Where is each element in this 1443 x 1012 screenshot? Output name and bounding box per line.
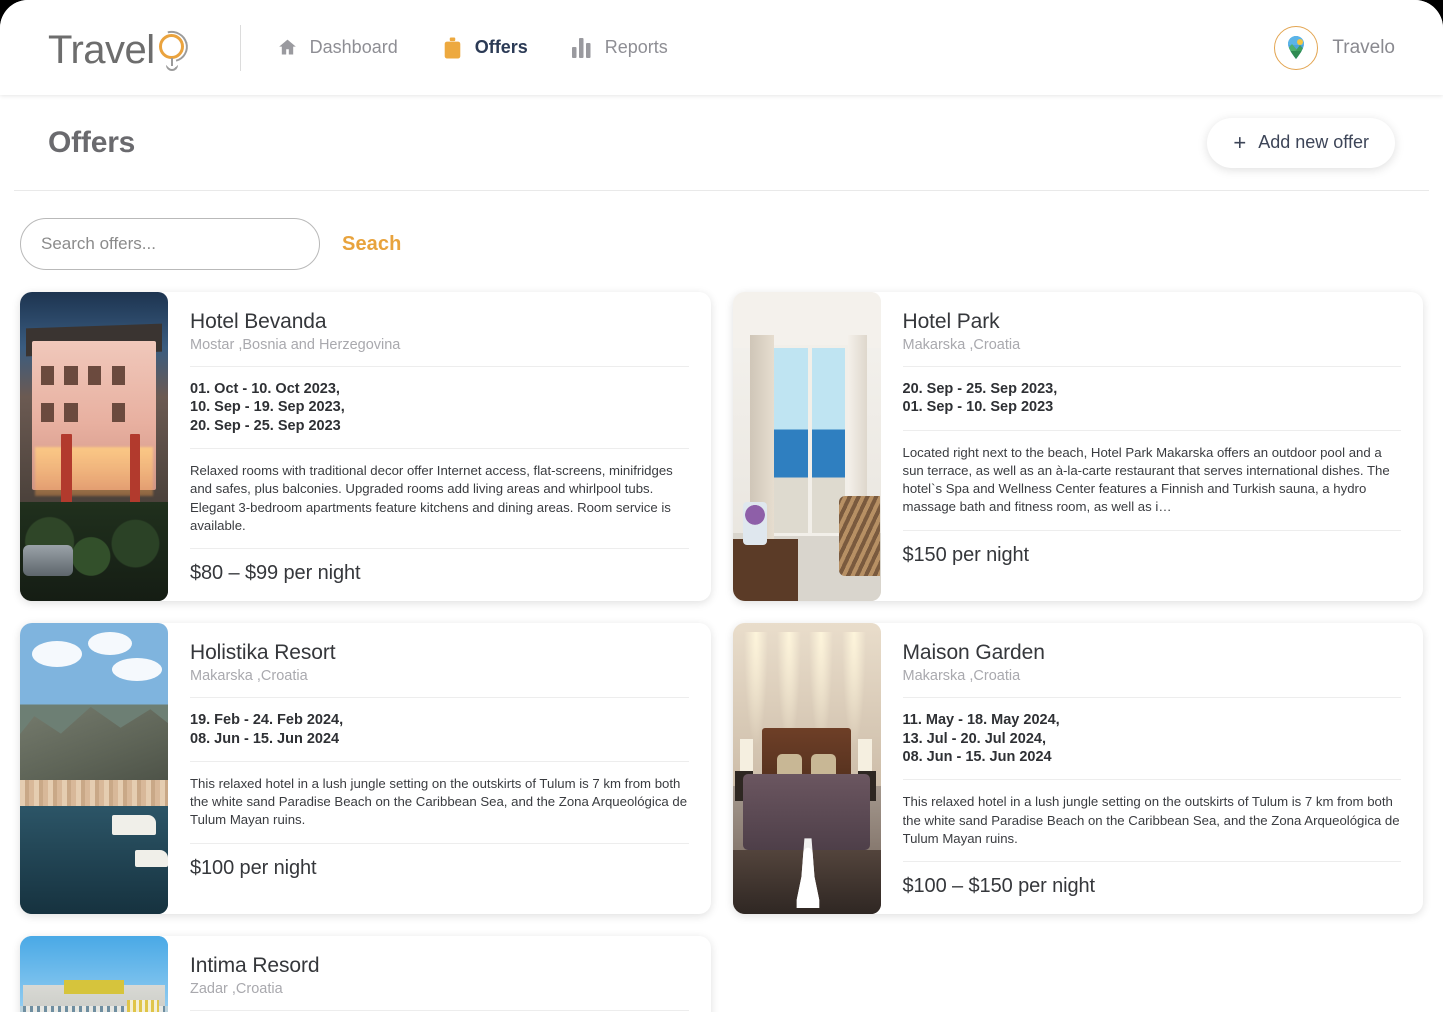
offer-card-body: Holistika Resort Makarska ,Croatia 19. F…	[168, 623, 711, 914]
offer-card[interactable]: Maison Garden Makarska ,Croatia 11. May …	[732, 623, 1424, 914]
offer-card-body: Hotel Park Makarska ,Croatia 20. Sep - 2…	[881, 292, 1424, 601]
offer-description: This relaxed hotel in a lush jungle sett…	[190, 775, 688, 828]
nav-item-offers-label: Offers	[474, 37, 528, 57]
offer-divider	[190, 842, 689, 844]
nav-item-dashboard[interactable]: Dashboard	[277, 36, 398, 60]
offer-divider	[902, 697, 1401, 699]
offers-grid: Hotel Bevanda Mostar ,Bosnia and Herzego…	[0, 292, 1443, 1012]
offer-divider	[902, 529, 1401, 531]
add-new-offer-button[interactable]: + Add new offer	[1207, 117, 1395, 168]
offer-name: Hotel Park	[902, 310, 1000, 333]
user-menu[interactable]: Travelo	[1274, 25, 1395, 70]
offer-description: This relaxed hotel in a lush jungle sett…	[902, 794, 1400, 846]
nav-item-reports-label: Reports	[604, 37, 668, 57]
offer-location: Mostar ,Bosnia and Herzegovina	[190, 337, 401, 353]
avatar	[1274, 25, 1319, 70]
offer-dates: 11. May - 18. May 2024, 13. Jul - 20. Ju…	[902, 712, 1060, 765]
offer-divider	[190, 697, 689, 699]
search-input[interactable]	[20, 218, 320, 270]
plus-icon: +	[1233, 129, 1247, 155]
brand-logo[interactable]: Travel	[48, 23, 194, 73]
top-navigation-bar: Travel Dashboard Offers Reports Travelo	[0, 0, 1443, 95]
offer-divider	[902, 366, 1401, 367]
offer-dates: 01. Oct - 10. Oct 2023, 10. Sep - 19. Se…	[190, 381, 345, 434]
add-new-offer-label: Add new offer	[1258, 132, 1369, 152]
page-header: Offers + Add new offer	[0, 95, 1443, 190]
app-window: Travel Dashboard Offers Reports Travelo …	[0, 0, 1443, 1012]
offer-divider	[190, 1009, 689, 1011]
nav-item-reports[interactable]: Reports	[571, 36, 668, 60]
search-button[interactable]: Seach	[342, 233, 401, 256]
offer-location: Makarska ,Croatia	[190, 668, 308, 685]
brand-logo-text: Travel	[48, 27, 155, 72]
offer-photo-intima-resord	[20, 935, 168, 1012]
offer-divider	[902, 779, 1401, 781]
offer-divider	[902, 860, 1401, 862]
offer-location: Makarska ,Croatia	[902, 337, 1021, 353]
suitcase-icon	[442, 36, 464, 60]
offer-card[interactable]: Intima Resord Zadar ,Croatia 16. Aug - 2…	[20, 935, 711, 1012]
offer-card[interactable]: Holistika Resort Makarska ,Croatia 19. F…	[20, 623, 711, 914]
offer-name: Maison Garden	[902, 641, 1045, 665]
offer-name: Intima Resord	[190, 953, 320, 977]
offer-price: $100 per night	[190, 856, 317, 879]
offer-card-body: Hotel Bevanda Mostar ,Bosnia and Herzego…	[168, 292, 711, 601]
offer-divider	[190, 760, 689, 762]
offer-price: $150 per night	[902, 543, 1030, 566]
offer-dates: 19. Feb - 24. Feb 2024, 08. Jun - 15. Ju…	[190, 712, 344, 747]
home-icon	[277, 36, 299, 60]
nav-item-offers[interactable]: Offers	[442, 36, 528, 60]
nav-divider	[239, 24, 241, 71]
offer-card[interactable]: Hotel Bevanda Mostar ,Bosnia and Herzego…	[20, 292, 711, 602]
user-name: Travelo	[1332, 36, 1395, 58]
offer-price: $80 – $99 per night	[190, 562, 361, 585]
offer-location: Zadar ,Croatia	[190, 980, 283, 997]
offer-description: Located right next to the beach, Hotel P…	[902, 444, 1390, 515]
offer-price: $100 – $150 per night	[902, 874, 1096, 897]
offer-divider	[190, 366, 689, 367]
bar-chart-icon	[571, 36, 594, 60]
globe-o-icon	[150, 23, 194, 71]
offer-photo-hotel-bevanda	[20, 292, 168, 602]
offer-name: Hotel Bevanda	[190, 310, 327, 333]
offer-dates: 20. Sep - 25. Sep 2023, 01. Sep - 10. Se…	[902, 381, 1058, 416]
offer-description: Relaxed rooms with traditional decor off…	[190, 463, 673, 533]
offer-photo-maison-garden	[732, 623, 881, 914]
nav-items: Dashboard Offers Reports	[277, 36, 668, 60]
offer-card-body: Maison Garden Makarska ,Croatia 11. May …	[881, 623, 1424, 914]
offer-name: Holistika Resort	[190, 641, 336, 665]
search-row: Seach	[0, 191, 1443, 292]
offer-location: Makarska ,Croatia	[902, 668, 1021, 685]
offer-card[interactable]: Hotel Park Makarska ,Croatia 20. Sep - 2…	[732, 292, 1424, 602]
offer-divider	[902, 429, 1401, 431]
offer-divider	[190, 448, 689, 450]
offer-divider	[190, 548, 689, 550]
page-title: Offers	[48, 125, 136, 159]
offer-photo-hotel-park	[732, 292, 881, 602]
offer-card-body: Intima Resord Zadar ,Croatia 16. Aug - 2…	[168, 936, 711, 1012]
nav-item-dashboard-label: Dashboard	[309, 37, 398, 57]
offer-photo-holistika-resort	[20, 623, 168, 914]
